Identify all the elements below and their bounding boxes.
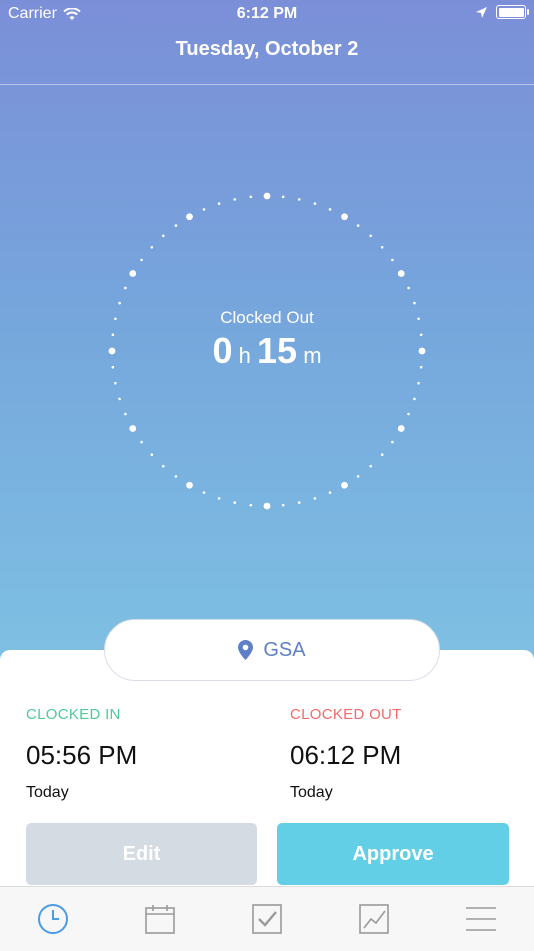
dial-major-dot — [129, 425, 137, 432]
dial-major-dot — [129, 270, 137, 277]
dial-minor-dot — [297, 198, 301, 201]
dial-minor-dot — [174, 475, 178, 478]
dial-major-dot — [186, 213, 193, 221]
dial-minor-dot — [380, 453, 384, 457]
dial-minor-dot — [391, 258, 394, 262]
dial-major-dot — [397, 270, 405, 277]
dial-minor-dot — [150, 453, 154, 457]
tab-bar — [0, 886, 534, 951]
dial-minor-dot — [281, 195, 285, 199]
dial-minor-dot — [118, 301, 121, 305]
dial-minor-dot — [328, 208, 332, 211]
dial-minor-dot — [161, 234, 165, 238]
dial-minor-dot — [391, 440, 394, 444]
dial-minor-dot — [356, 224, 360, 227]
elapsed-hours: 0 — [212, 330, 233, 371]
clock-icon — [38, 904, 69, 934]
dial-minor-dot — [356, 475, 360, 478]
calendar-icon — [145, 905, 175, 934]
dial-minor-dot — [217, 497, 221, 500]
timer-display: Clocked Out 0 h 15 m — [0, 308, 534, 372]
elapsed-time: 0 h 15 m — [0, 330, 534, 372]
clocked-in-day: Today — [26, 784, 69, 801]
dial-minor-dot — [161, 464, 165, 468]
approve-button[interactable]: Approve — [277, 823, 509, 885]
dial-minor-dot — [369, 234, 373, 238]
dial-minor-dot — [407, 412, 410, 416]
edit-button[interactable]: Edit — [26, 823, 257, 885]
dial-minor-dot — [417, 381, 420, 385]
dial-minor-dot — [124, 412, 127, 416]
dial-minor-dot — [202, 491, 206, 494]
dial-major-dot — [341, 481, 348, 489]
chart-icon — [358, 904, 389, 934]
clocked-out-section: CLOCKED OUT 06:12 PM Today — [290, 706, 402, 802]
dial-minor-dot — [114, 381, 117, 385]
clocked-in-section: CLOCKED IN 05:56 PM Today — [26, 706, 137, 802]
dial-minor-dot — [140, 258, 143, 262]
dial-minor-dot — [313, 202, 317, 205]
tab-clock[interactable] — [23, 894, 83, 944]
dial-minor-dot — [249, 195, 253, 199]
clocked-out-day: Today — [290, 784, 333, 801]
tab-approvals[interactable] — [237, 894, 297, 944]
dial-minor-dot — [233, 501, 237, 504]
dial-minor-dot — [413, 397, 416, 401]
dial-major-dot — [397, 425, 405, 432]
dial-minor-dot — [202, 208, 206, 211]
menu-icon — [465, 907, 496, 931]
dial-minor-dot — [217, 202, 221, 205]
dial-minor-dot — [150, 245, 154, 249]
dial-minor-dot — [380, 245, 384, 249]
minutes-unit: m — [303, 343, 322, 368]
dial-major-dot — [263, 192, 271, 200]
clocked-out-time: 06:12 PM — [290, 740, 402, 770]
tab-menu[interactable] — [451, 894, 511, 944]
dial-minor-dot — [297, 501, 301, 504]
clocked-in-time: 05:56 PM — [26, 740, 138, 770]
clock-status: Clocked Out — [220, 308, 314, 327]
clocked-in-label: CLOCKED IN — [26, 706, 121, 723]
elapsed-minutes: 15 — [257, 330, 298, 371]
dial-minor-dot — [413, 301, 416, 305]
dial-minor-dot — [407, 286, 410, 290]
dial-major-dot — [186, 481, 193, 489]
location-button[interactable]: GSA — [104, 619, 440, 681]
timer-dial — [108, 192, 426, 510]
checkbox-icon — [252, 904, 282, 934]
dial-minor-dot — [249, 503, 253, 507]
tab-reports[interactable] — [344, 894, 404, 944]
dial-major-dot — [263, 502, 271, 510]
clocked-out-label: CLOCKED OUT — [290, 706, 402, 723]
hours-unit: h — [238, 343, 251, 368]
dial-minor-dot — [328, 491, 332, 494]
dial-minor-dot — [281, 503, 285, 507]
location-name: GSA — [263, 638, 306, 661]
dial-minor-dot — [369, 464, 373, 468]
dial-minor-dot — [174, 224, 178, 227]
map-pin-icon — [238, 640, 254, 660]
dial-minor-dot — [313, 497, 317, 500]
dial-minor-dot — [124, 286, 127, 290]
dial-minor-dot — [140, 440, 143, 444]
dial-minor-dot — [118, 397, 121, 401]
tab-calendar[interactable] — [130, 894, 190, 944]
dial-major-dot — [341, 213, 348, 221]
dial-minor-dot — [233, 198, 237, 201]
